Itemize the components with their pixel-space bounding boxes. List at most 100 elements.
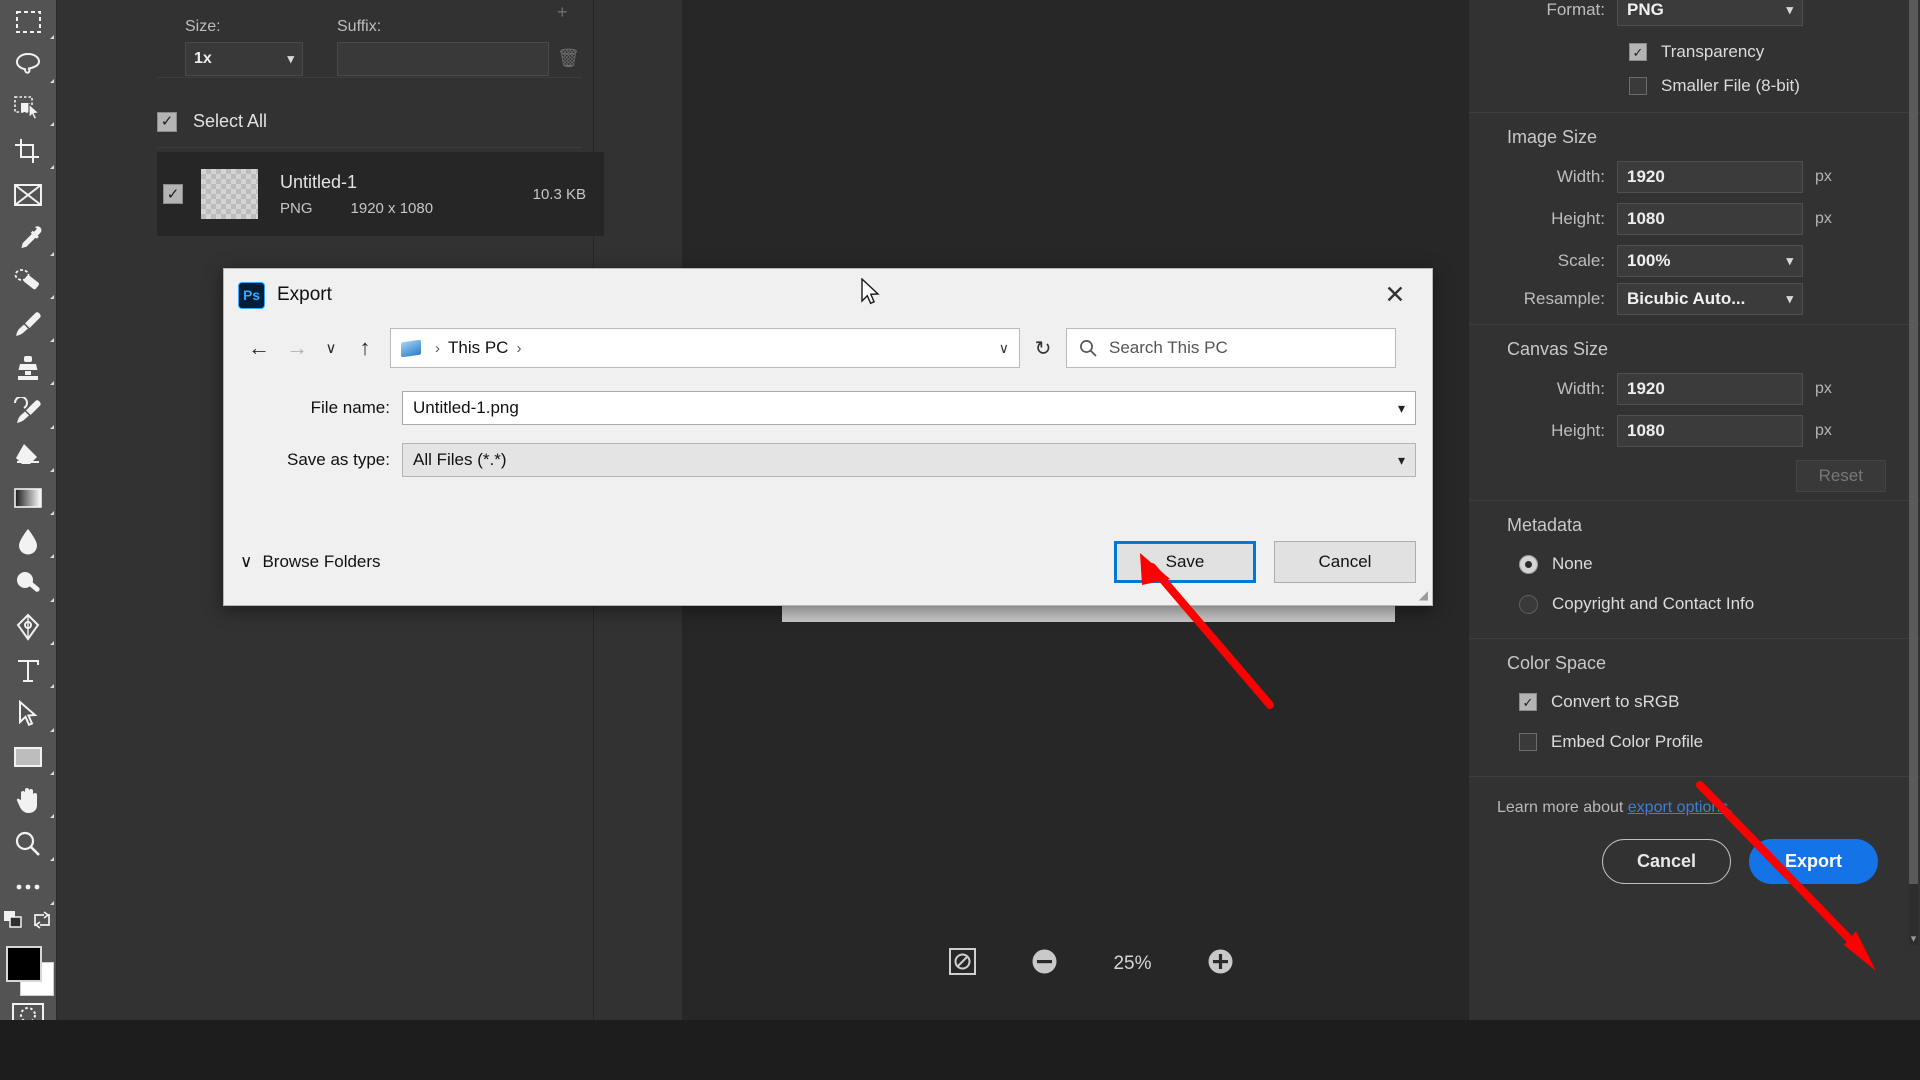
smaller-file-checkbox[interactable]: ✓ xyxy=(1629,77,1647,95)
image-width-input[interactable]: 1920 xyxy=(1617,161,1803,193)
frame-tool[interactable] xyxy=(0,173,57,216)
size-select[interactable]: 1x ▾ xyxy=(185,42,303,76)
foreground-color-swatch[interactable] xyxy=(5,945,42,982)
edit-toolbar-tool[interactable] xyxy=(0,865,57,908)
brush-tool[interactable] xyxy=(0,303,57,346)
color-space-section: Color Space ✓ Convert to sRGB ✓ Embed Co… xyxy=(1469,639,1920,777)
zoom-out-icon[interactable] xyxy=(1030,947,1059,981)
image-width-label: Width: xyxy=(1556,167,1605,186)
search-input[interactable]: Search This PC xyxy=(1066,328,1396,368)
dodge-tool[interactable] xyxy=(0,562,57,605)
delete-size-icon[interactable]: 🗑 xyxy=(557,48,580,69)
image-height-input[interactable]: 1080 xyxy=(1617,203,1803,235)
photoshop-export-screen: Size: Suffix: 1x ▾ 🗑 + ✓ Select All ✓ Un… xyxy=(0,0,1920,1080)
save-as-type-label: Save as type: xyxy=(286,450,390,469)
rectangle-tool[interactable] xyxy=(0,736,57,779)
fit-to-screen-icon[interactable] xyxy=(949,948,977,980)
object-selection-tool[interactable] xyxy=(0,87,57,130)
embed-profile-row[interactable]: ✓ Embed Color Profile xyxy=(1497,722,1892,762)
save-as-type-value: All Files (*.*) xyxy=(413,450,507,469)
learn-more-row: Learn more about export options. xyxy=(1469,777,1920,817)
refresh-icon[interactable]: ↻ xyxy=(1020,336,1066,361)
scale-select[interactable]: 100% ▾ xyxy=(1617,245,1803,277)
breadcrumb-separator-2: › xyxy=(516,339,522,357)
asset-checkbox[interactable]: ✓ xyxy=(163,184,183,204)
select-all-row[interactable]: ✓ Select All xyxy=(157,96,582,148)
hand-tool[interactable] xyxy=(0,779,57,822)
scroll-down-icon[interactable]: ▾ xyxy=(1909,932,1918,945)
select-all-checkbox[interactable]: ✓ xyxy=(157,111,177,132)
embed-profile-checkbox[interactable]: ✓ xyxy=(1519,733,1537,751)
smaller-file-row[interactable]: ✓ Smaller File (8-bit) xyxy=(1497,72,1892,112)
file-name-field[interactable]: Untitled-1.png ▾ xyxy=(402,391,1416,425)
gradient-tool[interactable] xyxy=(0,476,57,519)
metadata-copyright-row[interactable]: Copyright and Contact Info xyxy=(1497,584,1892,624)
canvas-height-input[interactable]: 1080 xyxy=(1617,415,1803,447)
foreground-background-swatches[interactable] xyxy=(0,936,57,996)
chevron-down-icon[interactable]: ▾ xyxy=(1398,452,1405,469)
convert-srgb-checkbox[interactable]: ✓ xyxy=(1519,693,1537,711)
image-size-title: Image Size xyxy=(1507,127,1598,147)
add-size-icon[interactable]: + xyxy=(557,2,568,23)
image-width-unit: px xyxy=(1815,168,1832,185)
asset-dimensions: 1920 x 1080 xyxy=(350,199,434,217)
chevron-down-icon: ▾ xyxy=(287,51,294,66)
dialog-footer: ∨ Browse Folders Save Cancel ◢ xyxy=(224,519,1432,605)
file-name-row: File name: Untitled-1.png ▾ xyxy=(240,387,1416,429)
convert-srgb-row[interactable]: ✓ Convert to sRGB xyxy=(1497,682,1892,722)
zoom-in-icon[interactable] xyxy=(1206,947,1235,981)
eyedropper-tool[interactable] xyxy=(0,216,57,259)
export-action-buttons: Cancel Export xyxy=(1469,817,1920,884)
export-options-link[interactable]: export options. xyxy=(1628,799,1733,816)
clone-stamp-tool[interactable] xyxy=(0,346,57,389)
resize-grip-icon[interactable]: ◢ xyxy=(1419,588,1428,602)
size-select-value: 1x xyxy=(194,50,212,67)
asset-format: PNG xyxy=(280,199,313,217)
recent-locations-icon[interactable]: ∨ xyxy=(316,339,346,357)
transparency-row[interactable]: ✓ Transparency xyxy=(1497,32,1892,72)
rectangular-marquee-tool[interactable] xyxy=(0,0,57,43)
suffix-input[interactable] xyxy=(337,42,549,76)
zoom-tool[interactable] xyxy=(0,822,57,865)
save-as-type-row: Save as type: All Files (*.*) ▾ xyxy=(240,439,1416,481)
metadata-none-radio[interactable] xyxy=(1519,554,1538,574)
eraser-tool[interactable] xyxy=(0,433,57,476)
cancel-button[interactable]: Cancel xyxy=(1274,541,1416,583)
up-one-level-icon[interactable]: ↑ xyxy=(346,335,384,361)
canvas-width-input[interactable]: 1920 xyxy=(1617,373,1803,405)
breadcrumb[interactable]: › This PC › ∨ xyxy=(390,328,1020,368)
close-icon[interactable]: ✕ xyxy=(1372,280,1418,310)
format-select[interactable]: PNG ▾ xyxy=(1617,0,1803,26)
breadcrumb-chevron-down-icon[interactable]: ∨ xyxy=(999,340,1009,357)
back-icon[interactable]: ← xyxy=(240,335,278,361)
metadata-none-row[interactable]: None xyxy=(1497,544,1892,584)
breadcrumb-separator: › xyxy=(435,339,440,357)
scrollbar-thumb[interactable] xyxy=(1909,0,1918,884)
default-colors-icon[interactable] xyxy=(3,910,25,935)
resample-select[interactable]: Bicubic Auto... ▾ xyxy=(1617,283,1803,315)
history-brush-tool[interactable] xyxy=(0,389,57,432)
save-as-type-field[interactable]: All Files (*.*) ▾ xyxy=(402,443,1416,477)
path-selection-tool[interactable] xyxy=(0,692,57,735)
type-tool[interactable] xyxy=(0,649,57,692)
format-value: PNG xyxy=(1627,0,1664,19)
export-cancel-button[interactable]: Cancel xyxy=(1601,839,1731,884)
pen-tool[interactable] xyxy=(0,606,57,649)
blur-tool[interactable] xyxy=(0,519,57,562)
crop-tool[interactable] xyxy=(0,130,57,173)
settings-scrollbar[interactable]: ▾ xyxy=(1909,0,1918,945)
swap-colors-icon[interactable] xyxy=(31,910,53,935)
reset-button[interactable]: Reset xyxy=(1795,460,1886,492)
asset-list-item[interactable]: ✓ Untitled-1 PNG 1920 x 1080 10.3 KB xyxy=(157,152,604,236)
spot-healing-brush-tool[interactable] xyxy=(0,260,57,303)
file-name-value: Untitled-1.png xyxy=(413,398,519,417)
transparency-checkbox[interactable]: ✓ xyxy=(1629,43,1647,61)
chevron-down-icon[interactable]: ▾ xyxy=(1398,400,1405,417)
metadata-copyright-radio[interactable] xyxy=(1519,594,1538,614)
breadcrumb-this-pc[interactable]: This PC xyxy=(448,338,508,358)
export-confirm-button[interactable]: Export xyxy=(1748,839,1878,884)
save-button[interactable]: Save xyxy=(1114,541,1256,583)
browse-folders-toggle[interactable]: ∨ Browse Folders xyxy=(240,552,381,572)
lasso-tool[interactable] xyxy=(0,43,57,86)
zoom-toolbar: 25% xyxy=(682,942,1502,986)
